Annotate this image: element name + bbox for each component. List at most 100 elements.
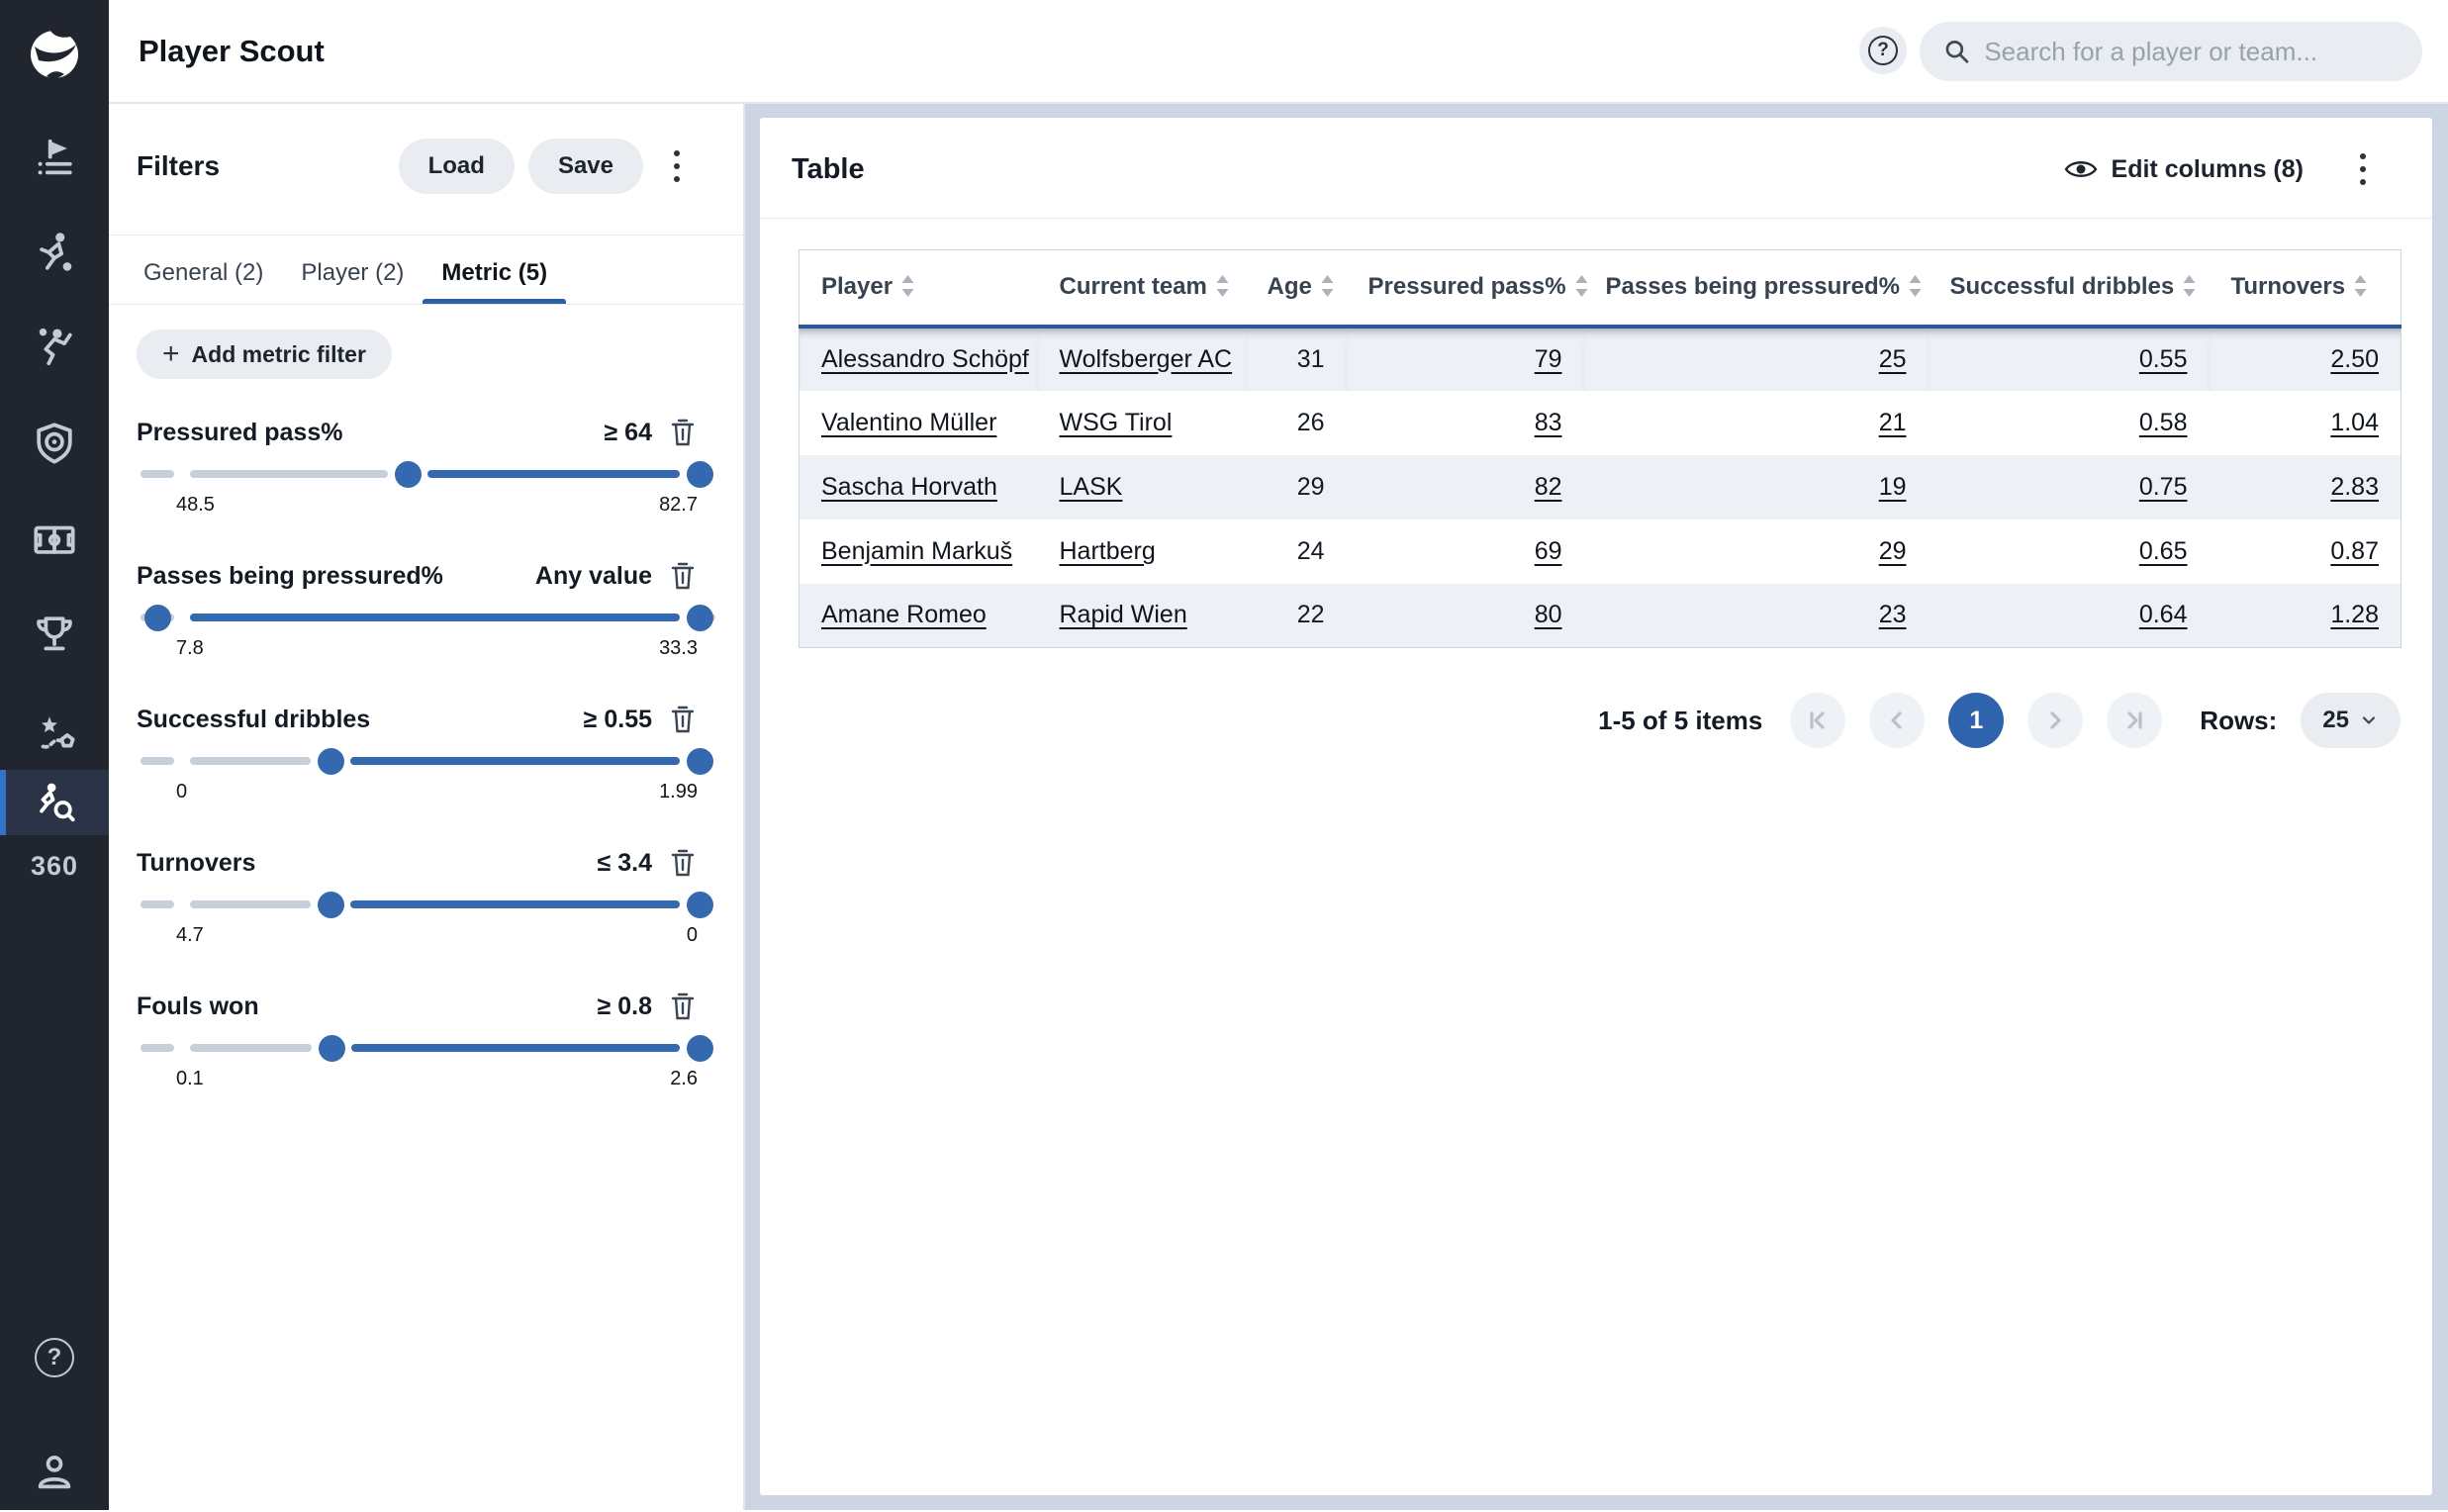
column-header[interactable]: Turnovers (2210, 250, 2401, 327)
metric-filter: Successful dribbles ≥ 0.55 0 1.99 (137, 700, 715, 828)
stat-link[interactable]: 25 (1879, 345, 1907, 373)
sidebar-item-goalkeepers[interactable] (0, 307, 109, 386)
range-slider[interactable] (141, 747, 715, 775)
last-page-button[interactable] (2107, 693, 2162, 748)
stat-link[interactable]: 79 (1535, 345, 1562, 373)
stat-link[interactable]: 29 (1879, 537, 1907, 565)
range-slider[interactable] (141, 604, 715, 631)
save-filters-button[interactable]: Save (528, 139, 643, 194)
sidebar-item-competitions[interactable] (0, 595, 109, 674)
slider-min-label: 0 (176, 781, 187, 803)
stat-link[interactable]: 69 (1535, 537, 1562, 565)
range-slider[interactable] (141, 891, 715, 918)
search-icon (1943, 37, 1970, 66)
delete-metric-button[interactable] (670, 561, 696, 591)
stat-link[interactable]: 0.64 (2139, 601, 2188, 628)
chevron-left-icon (1884, 708, 1910, 733)
slider-thumb-max[interactable] (687, 461, 713, 488)
stat-link[interactable]: 21 (1879, 409, 1907, 436)
filters-menu-button[interactable] (657, 139, 697, 194)
stat-link[interactable]: 2.50 (2330, 345, 2379, 373)
team-link[interactable]: Hartberg (1060, 537, 1156, 565)
delete-metric-button[interactable] (670, 418, 696, 447)
metric-name: Successful dribbles (137, 706, 370, 734)
sidebar-item-pitch[interactable] (0, 500, 109, 579)
sidebar-item-matches[interactable] (0, 119, 109, 198)
delete-metric-button[interactable] (670, 848, 696, 878)
help-button[interactable]: ? (1859, 27, 1907, 74)
player-link[interactable]: Sascha Horvath (821, 473, 997, 501)
stat-link[interactable]: 83 (1535, 409, 1562, 436)
delete-metric-button[interactable] (670, 705, 696, 734)
player-link[interactable]: Alessandro Schöpf (821, 345, 1029, 373)
sidebar-item-tactics[interactable] (0, 693, 109, 772)
stat-link[interactable]: 0.65 (2139, 537, 2188, 565)
column-header[interactable]: Pressured pass% (1347, 250, 1584, 327)
range-slider[interactable] (141, 1034, 715, 1062)
sidebar-item-players[interactable] (0, 213, 109, 292)
stat-link[interactable]: 0.58 (2139, 409, 2188, 436)
app-logo[interactable] (0, 0, 109, 109)
team-link[interactable]: WSG Tirol (1060, 409, 1173, 436)
stat-link[interactable]: 80 (1535, 601, 1562, 628)
slider-thumb-min[interactable] (395, 461, 422, 488)
stat-link[interactable]: 2.83 (2330, 473, 2379, 501)
slider-thumb-min[interactable] (318, 892, 344, 918)
metric-name: Passes being pressured% (137, 562, 443, 591)
tab-metric[interactable]: Metric (5) (423, 242, 566, 304)
next-page-button[interactable] (2027, 693, 2083, 748)
table-row: Valentino MüllerWSG Tirol2683210.581.04 (800, 391, 2401, 455)
column-header[interactable]: Current team (1038, 250, 1246, 327)
previous-page-button[interactable] (1869, 693, 1925, 748)
team-link[interactable]: Rapid Wien (1060, 601, 1187, 628)
stat-link[interactable]: 23 (1879, 601, 1907, 628)
tab-player[interactable]: Player (2) (282, 242, 423, 304)
stat-link[interactable]: 0.75 (2139, 473, 2188, 501)
slider-thumb-max[interactable] (687, 1035, 713, 1062)
sort-icon (1216, 275, 1229, 297)
stat-link[interactable]: 1.28 (2330, 601, 2379, 628)
column-header[interactable]: Passes being pressured% (1584, 250, 1929, 327)
player-link[interactable]: Valentino Müller (821, 409, 996, 436)
slider-thumb-min[interactable] (144, 605, 171, 631)
stat-link[interactable]: 19 (1879, 473, 1907, 501)
slider-thumb-max[interactable] (687, 748, 713, 775)
metric-value: Any value (535, 562, 652, 591)
sidebar-item-player-scout[interactable] (0, 770, 109, 835)
stat-link[interactable]: 1.04 (2330, 409, 2379, 436)
column-header[interactable]: Player (800, 250, 1038, 327)
rows-per-page-select[interactable]: 25 (2301, 693, 2401, 748)
stat-link[interactable]: 0.55 (2139, 345, 2188, 373)
slider-min-label: 4.7 (176, 924, 204, 947)
column-header[interactable]: Successful dribbles (1929, 250, 2210, 327)
global-search[interactable] (1920, 22, 2422, 81)
team-link[interactable]: LASK (1060, 473, 1123, 501)
table-menu-button[interactable] (2343, 142, 2383, 197)
column-header[interactable]: Age (1246, 250, 1347, 327)
edit-columns-button[interactable]: Edit columns (8) (2064, 145, 2304, 193)
slider-thumb-min[interactable] (318, 748, 344, 775)
player-link[interactable]: Benjamin Markuš (821, 537, 1012, 565)
sidebar-item-teams[interactable] (0, 404, 109, 483)
add-metric-filter-button[interactable]: + Add metric filter (137, 330, 392, 379)
stat-link[interactable]: 82 (1535, 473, 1562, 501)
sidebar-item-360[interactable]: 360 (0, 851, 109, 882)
slider-thumb-max[interactable] (687, 892, 713, 918)
slider-thumb-min[interactable] (319, 1035, 345, 1062)
first-page-button[interactable] (1790, 693, 1845, 748)
team-link[interactable]: Wolfsberger AC (1060, 345, 1233, 373)
page-1-button[interactable]: 1 (1948, 693, 2004, 748)
help-icon: ? (35, 1338, 74, 1377)
sidebar-account-button[interactable] (0, 1433, 109, 1512)
stat-link[interactable]: 0.87 (2330, 537, 2379, 565)
range-slider[interactable] (141, 460, 715, 488)
search-input[interactable] (1984, 37, 2399, 67)
load-filters-button[interactable]: Load (399, 139, 515, 194)
tab-general[interactable]: General (2) (125, 242, 282, 304)
logo-bird-icon (25, 25, 84, 84)
metric-value: ≥ 0.8 (598, 992, 652, 1021)
player-link[interactable]: Amane Romeo (821, 601, 987, 628)
sidebar-help-button[interactable]: ? (0, 1318, 109, 1397)
delete-metric-button[interactable] (670, 992, 696, 1021)
slider-thumb-max[interactable] (687, 605, 713, 631)
